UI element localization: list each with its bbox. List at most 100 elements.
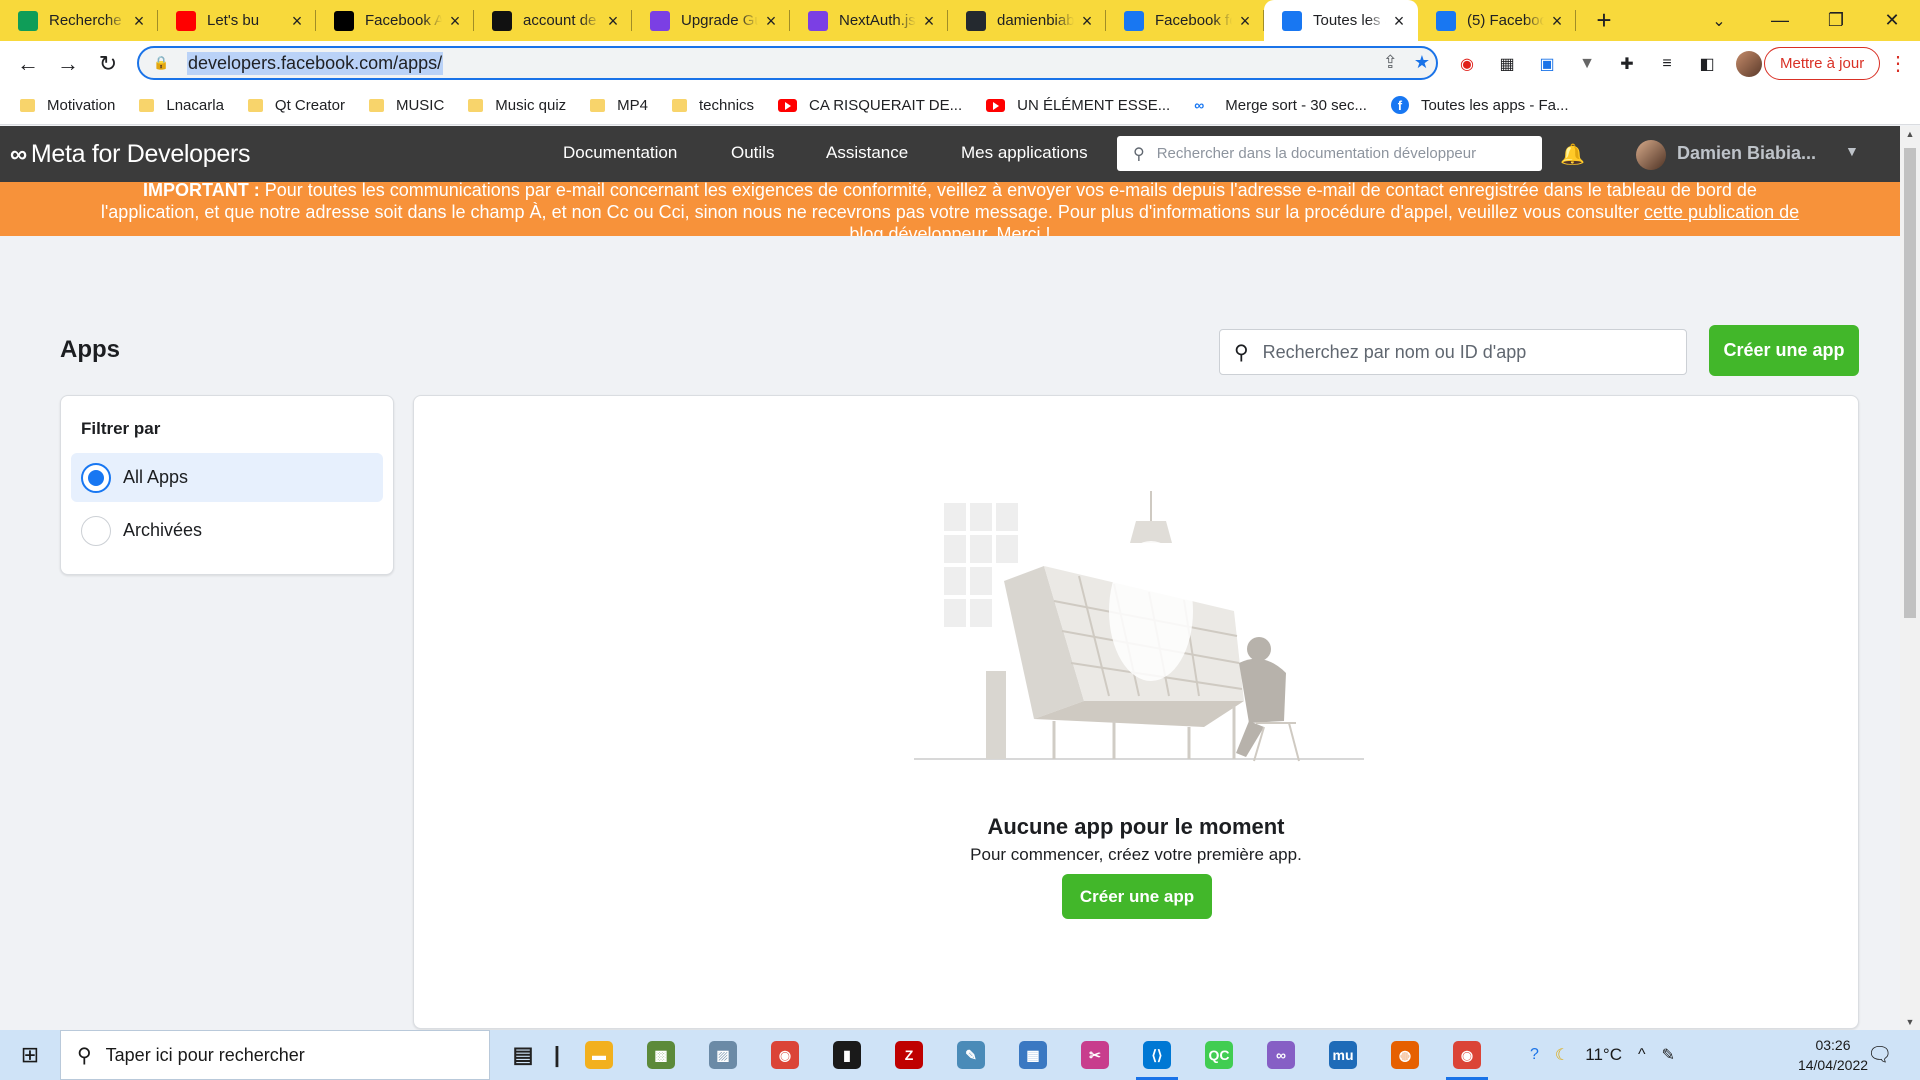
- vuejs-devtools-icon[interactable]: ▼: [1576, 53, 1598, 75]
- browser-tab[interactable]: account de ×: [474, 0, 632, 41]
- filter-option-archived[interactable]: Archivées: [71, 506, 383, 555]
- qr-code-icon[interactable]: ▦: [1496, 53, 1518, 75]
- bookmark-item[interactable]: Motivation: [20, 97, 115, 114]
- taskbar-app[interactable]: |: [546, 1030, 568, 1080]
- minimize-icon[interactable]: —: [1752, 0, 1808, 41]
- windows-start-icon[interactable]: ⊞: [0, 1030, 60, 1080]
- browser-tab[interactable]: damienbiab ×: [948, 0, 1106, 41]
- tab-close-icon[interactable]: ×: [920, 12, 938, 30]
- taskbar-clock[interactable]: 03:26 14/04/2022: [1793, 1035, 1873, 1075]
- pen-icon[interactable]: ✎: [1662, 1045, 1675, 1065]
- tab-close-icon[interactable]: ×: [604, 12, 622, 30]
- taskbar-app[interactable]: ▤: [500, 1030, 546, 1080]
- bookmark-item[interactable]: UN ÉLÉMENT ESSE...: [986, 97, 1170, 114]
- browser-tab[interactable]: Facebook fo ×: [1106, 0, 1264, 41]
- scroll-thumb[interactable]: [1904, 148, 1916, 618]
- page-scrollbar[interactable]: ▲ ▼: [1900, 126, 1920, 1030]
- taskbar-app[interactable]: ◍: [1374, 1030, 1436, 1080]
- weather-moon-icon[interactable]: ☾: [1555, 1045, 1569, 1065]
- bookmark-item[interactable]: MP4: [590, 97, 648, 114]
- tab-close-icon[interactable]: ×: [1078, 12, 1096, 30]
- browser-tab[interactable]: Recherche E×: [0, 0, 158, 41]
- share-icon[interactable]: ⇪: [1383, 52, 1398, 73]
- taskbar-app[interactable]: ▩: [630, 1030, 692, 1080]
- taskbar-app[interactable]: ▮: [816, 1030, 878, 1080]
- forward-icon[interactable]: →: [48, 44, 88, 84]
- media-control-icon[interactable]: ≡: [1656, 53, 1678, 75]
- tray-chevron-icon[interactable]: ^: [1638, 1046, 1646, 1064]
- address-bar[interactable]: 🔒 developers.facebook.com/apps/ ⇪ ★: [137, 46, 1438, 80]
- user-name[interactable]: Damien Biabia...: [1677, 143, 1816, 164]
- bookmark-item[interactable]: Music quiz: [468, 97, 566, 114]
- side-panel-icon[interactable]: ◧: [1696, 53, 1718, 75]
- nav-assistance[interactable]: Assistance: [826, 143, 908, 163]
- tab-close-icon[interactable]: ×: [1548, 12, 1566, 30]
- bookmark-item[interactable]: Lnacarla: [139, 97, 224, 114]
- browser-tab[interactable]: Toutes les a ×: [1264, 0, 1418, 41]
- taskbar-app[interactable]: ⟨⟩: [1126, 1030, 1188, 1080]
- create-app-button[interactable]: Créer une app: [1709, 325, 1859, 376]
- taskbar-search-input[interactable]: ⚲ Taper ici pour rechercher: [60, 1030, 490, 1080]
- nav-outils[interactable]: Outils: [731, 143, 774, 163]
- user-avatar[interactable]: [1636, 140, 1666, 170]
- app-search-input[interactable]: ⚲ Recherchez par nom ou ID d'app: [1219, 329, 1687, 375]
- reload-icon[interactable]: ↻: [88, 44, 128, 84]
- back-icon[interactable]: ←: [8, 44, 48, 84]
- browser-tab[interactable]: Upgrade Gu ×: [632, 0, 790, 41]
- restore-icon[interactable]: ❐: [1808, 0, 1864, 41]
- taskbar-app[interactable]: ◉: [1436, 1030, 1498, 1080]
- radio-selected-icon[interactable]: [81, 462, 111, 493]
- taskbar-app[interactable]: ▦: [1002, 1030, 1064, 1080]
- meta-developers-logo[interactable]: ∞ Meta for Developers: [10, 140, 251, 169]
- notification-center-icon[interactable]: 🗨: [1867, 1042, 1892, 1067]
- bookmark-star-icon[interactable]: ★: [1414, 52, 1430, 73]
- browser-tab[interactable]: NextAuth.js ×: [790, 0, 948, 41]
- taskbar-app[interactable]: ▨: [692, 1030, 754, 1080]
- opera-extension-icon[interactable]: ◉: [1456, 53, 1478, 75]
- bookmark-item[interactable]: technics: [672, 97, 754, 114]
- nav-documentation[interactable]: Documentation: [563, 143, 677, 163]
- tab-search-chevron-icon[interactable]: ⌄: [1705, 0, 1733, 41]
- create-first-app-button[interactable]: Créer une app: [1062, 874, 1212, 919]
- close-window-icon[interactable]: ✕: [1864, 0, 1920, 41]
- tab-close-icon[interactable]: ×: [1236, 12, 1254, 30]
- taskbar-app[interactable]: ∞: [1250, 1030, 1312, 1080]
- more-menu-icon[interactable]: ⋮: [1888, 49, 1908, 77]
- filter-option-all-apps[interactable]: All Apps: [71, 453, 383, 502]
- taskbar-app[interactable]: mu: [1312, 1030, 1374, 1080]
- extensions-puzzle-icon[interactable]: ✚: [1616, 53, 1638, 75]
- browser-tab[interactable]: Let's bu ×: [158, 0, 316, 41]
- screen-capture-icon[interactable]: ▣: [1536, 53, 1558, 75]
- bookmark-item[interactable]: Qt Creator: [247, 97, 345, 114]
- bookmark-item[interactable]: CA RISQUERAIT DE...: [778, 97, 962, 114]
- tab-close-icon[interactable]: ×: [1390, 12, 1408, 30]
- radio-unselected-icon[interactable]: [81, 515, 111, 546]
- tab-close-icon[interactable]: ×: [762, 12, 780, 30]
- url-text[interactable]: developers.facebook.com/apps/: [187, 51, 444, 75]
- taskbar-app[interactable]: ✂: [1064, 1030, 1126, 1080]
- bookmark-item[interactable]: f Toutes les apps - Fa...: [1390, 96, 1569, 114]
- taskbar-app[interactable]: QC: [1188, 1030, 1250, 1080]
- scroll-down-icon[interactable]: ▼: [1900, 1014, 1920, 1030]
- temperature[interactable]: 11°C: [1585, 1045, 1622, 1065]
- scroll-up-icon[interactable]: ▲: [1900, 126, 1920, 142]
- browser-tab[interactable]: Facebook A ×: [316, 0, 474, 41]
- taskbar-app[interactable]: ◉: [754, 1030, 816, 1080]
- bookmark-item[interactable]: ∞ Merge sort - 30 sec...: [1194, 97, 1367, 114]
- bookmark-item[interactable]: MUSIC: [368, 97, 444, 114]
- notifications-bell-icon[interactable]: 🔔: [1560, 142, 1585, 167]
- tab-close-icon[interactable]: ×: [446, 12, 464, 30]
- tab-close-icon[interactable]: ×: [130, 12, 148, 30]
- help-icon[interactable]: ?: [1530, 1046, 1539, 1064]
- lock-icon[interactable]: 🔒: [153, 55, 169, 71]
- user-menu-caret-icon[interactable]: ▼: [1845, 143, 1859, 159]
- taskbar-app[interactable]: ✎: [940, 1030, 1002, 1080]
- profile-avatar[interactable]: [1736, 50, 1762, 77]
- new-tab-icon[interactable]: +: [1584, 0, 1624, 41]
- browser-tab[interactable]: (5) Faceboo ×: [1418, 0, 1576, 41]
- taskbar-app[interactable]: Z: [878, 1030, 940, 1080]
- tab-close-icon[interactable]: ×: [288, 12, 306, 30]
- doc-search-input[interactable]: ⚲ Rechercher dans la documentation dével…: [1117, 136, 1542, 171]
- update-button[interactable]: Mettre à jour: [1764, 47, 1881, 80]
- taskbar-app[interactable]: ▬: [568, 1030, 630, 1080]
